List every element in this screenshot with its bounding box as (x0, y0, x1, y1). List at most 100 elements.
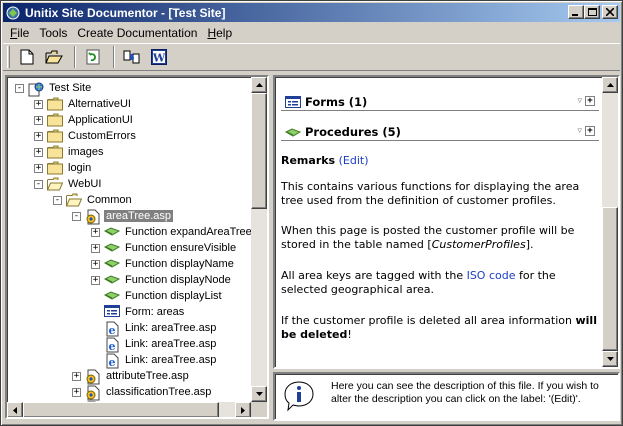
tree-item-label[interactable]: Function expandAreaTree (123, 226, 253, 238)
collapse-arrow-icon[interactable]: ▿ (577, 96, 582, 106)
link-icon: e (104, 321, 120, 337)
tree-item[interactable]: + ApplicationUI (34, 112, 135, 128)
expand-node-button[interactable]: + (91, 227, 100, 237)
tree-item[interactable]: - areaTree.asp (72, 208, 174, 225)
refresh-icon (86, 49, 99, 65)
tree-item[interactable]: Function displayList (91, 288, 224, 304)
minimize-button[interactable] (568, 5, 584, 19)
tree-item[interactable]: + Function expandAreaTree (91, 224, 253, 240)
procedures-section-header[interactable]: Procedures (5) ▿ + (281, 123, 599, 141)
expand-node-button[interactable]: + (34, 115, 43, 125)
expand-node-button[interactable]: + (91, 243, 100, 253)
expand-node-button[interactable]: + (34, 163, 43, 173)
tree-item[interactable]: + attributeTree.asp (72, 368, 191, 385)
tree-item-label[interactable]: CustomErrors (66, 130, 138, 142)
tree-item-label[interactable]: ApplicationUI (66, 114, 135, 126)
scroll-left-button[interactable] (7, 402, 23, 417)
tree-item-label[interactable]: Function displayName (123, 258, 236, 270)
remarks-paragraph-4: If the customer profile is deleted all a… (281, 314, 597, 342)
scroll-up-button[interactable] (251, 77, 267, 93)
title-bar[interactable]: Unitix Site Documentor - [Test Site] (3, 3, 620, 22)
tree-item[interactable]: + classificationTree.asp (72, 384, 213, 401)
tree-horizontal-scrollbar[interactable] (7, 402, 251, 417)
forms-section-header[interactable]: Forms (1) ▿ + (281, 93, 599, 111)
tree-item[interactable]: Form: areas (91, 304, 186, 320)
tree-item[interactable]: + CustomErrors (34, 128, 138, 144)
tree-item-label[interactable]: Function displayList (123, 290, 224, 302)
tree-item[interactable]: + Function displayNode (91, 272, 233, 288)
menu-help[interactable]: Help (202, 26, 237, 40)
scroll-thumb-horizontal[interactable] (23, 402, 219, 417)
tree-item[interactable]: e Link: areaTree.asp (91, 352, 218, 369)
tree-item-label[interactable]: login (66, 162, 93, 174)
asp-file-icon (85, 369, 101, 385)
tree-item[interactable]: + Function ensureVisible (91, 240, 238, 256)
tree-item[interactable]: + login (34, 160, 93, 176)
menu-tools[interactable]: Tools (34, 26, 72, 40)
remarks-paragraph-3: All area keys are tagged with the ISO co… (281, 269, 597, 297)
tree-item[interactable]: - Test Site (15, 80, 93, 97)
expand-node-button[interactable]: + (34, 131, 43, 141)
tree-item[interactable]: + Function displayName (91, 256, 236, 272)
expand-node-button[interactable]: + (34, 147, 43, 157)
expand-node-button[interactable]: + (34, 99, 43, 109)
collapse-node-button[interactable]: - (53, 195, 62, 205)
scroll-up-button[interactable] (602, 77, 618, 93)
collapse-node-button[interactable]: - (15, 83, 24, 93)
new-document-button[interactable] (15, 46, 38, 68)
tree-item[interactable]: e Link: areaTree.asp (91, 320, 218, 337)
collapse-node-button[interactable]: - (34, 179, 43, 189)
tree-item-label[interactable]: Link: areaTree.asp (123, 322, 218, 334)
word-export-button[interactable]: W (147, 46, 170, 68)
tree-item-label[interactable]: areaTree.asp (104, 210, 174, 222)
tree-item-label[interactable]: Link: areaTree.asp (123, 354, 218, 366)
tree-item-label[interactable]: AlternativeUI (66, 98, 133, 110)
scroll-thumb[interactable] (602, 207, 618, 351)
tree-item-label[interactable]: Link: areaTree.asp (123, 338, 218, 350)
tree-item[interactable]: + AlternativeUI (34, 96, 133, 112)
tree-item[interactable]: - WebUI (34, 176, 103, 192)
network-icon (123, 50, 139, 64)
tree-item-label[interactable]: Function ensureVisible (123, 242, 238, 254)
collapse-arrow-icon[interactable]: ▿ (577, 126, 582, 136)
tree-item-label[interactable]: classificationTree.asp (104, 386, 213, 398)
scroll-down-button[interactable] (251, 386, 267, 402)
expand-node-button[interactable]: + (91, 275, 100, 285)
tree-vertical-scrollbar[interactable] (251, 77, 267, 402)
folder-open-icon (66, 193, 83, 207)
expand-forms-button[interactable]: + (585, 96, 595, 106)
menu-create-documentation[interactable]: Create Documentation (72, 26, 202, 40)
scroll-right-button[interactable] (235, 402, 251, 417)
refresh-button[interactable] (81, 46, 104, 68)
expand-procedures-button[interactable]: + (585, 126, 595, 136)
iso-code-link[interactable]: ISO code (467, 269, 516, 282)
tree-item-label[interactable]: WebUI (66, 178, 103, 190)
expand-node-button[interactable]: + (91, 259, 100, 269)
menu-file[interactable]: File (5, 26, 34, 40)
tree-item-label[interactable]: Function displayNode (123, 274, 233, 286)
tree-item-label[interactable]: images (66, 146, 105, 158)
new-document-icon (20, 49, 33, 65)
tree-item[interactable]: - Common (53, 192, 134, 208)
maximize-button[interactable] (584, 5, 600, 19)
expand-node-button[interactable]: + (72, 371, 81, 381)
site-tree-panel[interactable]: - Test Site + AlternativeUI + ApplicationUI + C… (5, 75, 269, 419)
toolbar-grip[interactable] (7, 46, 10, 68)
edit-link[interactable]: (Edit) (339, 154, 369, 167)
open-folder-button[interactable] (42, 46, 65, 68)
close-button[interactable] (602, 5, 618, 19)
expand-node-button[interactable]: + (72, 387, 81, 397)
tree-item-label[interactable]: Common (85, 194, 134, 206)
collapse-node-button[interactable]: - (72, 211, 81, 221)
tree-item-label[interactable]: Form: areas (123, 306, 186, 318)
function-icon (103, 241, 121, 255)
tree-item[interactable]: + images (34, 144, 105, 160)
site-tree[interactable]: - Test Site + AlternativeUI + ApplicationUI + C… (9, 79, 253, 404)
scroll-down-button[interactable] (602, 351, 618, 367)
tree-item[interactable]: e Link: areaTree.asp (91, 336, 218, 353)
network-button[interactable] (120, 46, 143, 68)
tree-item-label[interactable]: Test Site (47, 82, 93, 94)
scroll-thumb[interactable] (251, 93, 267, 209)
content-vertical-scrollbar[interactable] (602, 77, 618, 367)
tree-item-label[interactable]: attributeTree.asp (104, 370, 191, 382)
